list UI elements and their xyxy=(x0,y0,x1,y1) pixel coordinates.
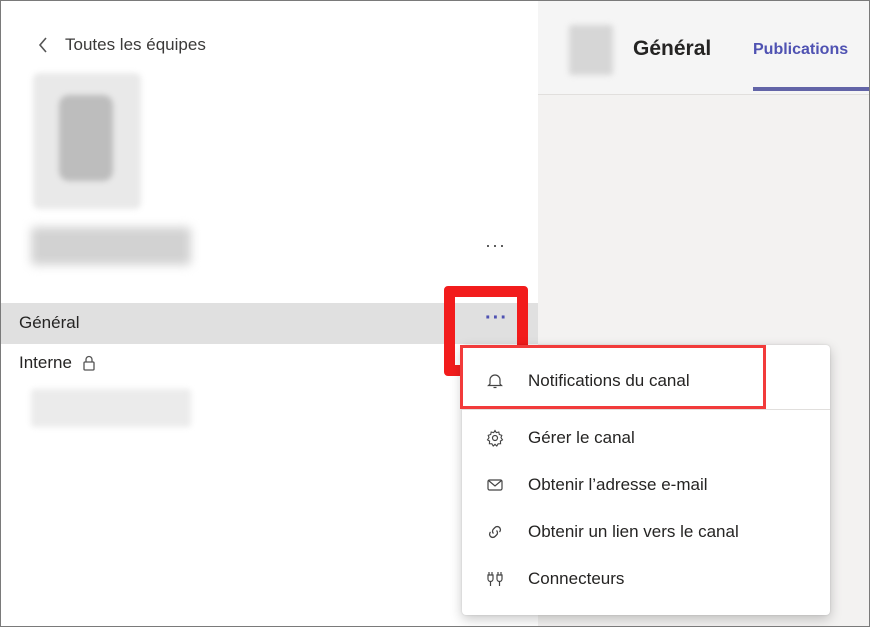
menu-item-label: Obtenir l’adresse e-mail xyxy=(528,475,708,494)
connector-icon xyxy=(484,568,506,590)
teams-window: Toutes les équipes ··· Général ··· Inter… xyxy=(0,0,870,627)
channel-context-menu: Notifications du canal Gérer le canal Ob… xyxy=(462,345,830,615)
menu-divider xyxy=(462,409,830,410)
menu-item-connectors[interactable]: Connecteurs xyxy=(462,556,830,602)
menu-item-label: Connecteurs xyxy=(528,569,625,588)
back-to-all-teams[interactable]: Toutes les équipes xyxy=(37,35,206,55)
tab-publications[interactable]: Publications xyxy=(753,41,848,59)
link-icon xyxy=(484,521,506,543)
bell-icon xyxy=(484,370,506,392)
channel-label: Général xyxy=(19,313,80,332)
mail-icon xyxy=(484,474,506,496)
channel-item-general[interactable]: Général ··· xyxy=(1,303,538,344)
menu-item-get-channel-link[interactable]: Obtenir un lien vers le canal xyxy=(462,509,830,555)
team-sidebar: Toutes les équipes ··· Général ··· Inter… xyxy=(1,1,538,626)
menu-item-label: Notifications du canal xyxy=(528,371,690,390)
channel-more-options-button[interactable]: ··· xyxy=(485,307,508,330)
lock-icon xyxy=(83,355,95,371)
channel-item-interne[interactable]: Interne xyxy=(19,353,96,373)
channel-avatar xyxy=(569,25,613,75)
gear-icon xyxy=(484,427,506,449)
channel-label: Interne xyxy=(19,353,72,372)
menu-item-channel-notifications[interactable]: Notifications du canal xyxy=(462,358,830,404)
channel-header: Général Publications xyxy=(538,1,869,95)
channel-title: Général xyxy=(633,37,712,60)
menu-item-get-email-address[interactable]: Obtenir l’adresse e-mail xyxy=(462,462,830,508)
back-label: Toutes les équipes xyxy=(65,35,206,54)
team-avatar xyxy=(33,73,141,209)
team-name-blurred xyxy=(31,227,191,265)
menu-item-label: Obtenir un lien vers le canal xyxy=(528,522,739,541)
active-tab-indicator xyxy=(753,87,869,91)
chevron-left-icon xyxy=(38,37,47,53)
channel-item-blurred xyxy=(31,389,191,427)
team-more-options-button[interactable]: ··· xyxy=(485,235,506,256)
menu-item-manage-channel[interactable]: Gérer le canal xyxy=(462,415,830,461)
menu-item-label: Gérer le canal xyxy=(528,428,635,447)
